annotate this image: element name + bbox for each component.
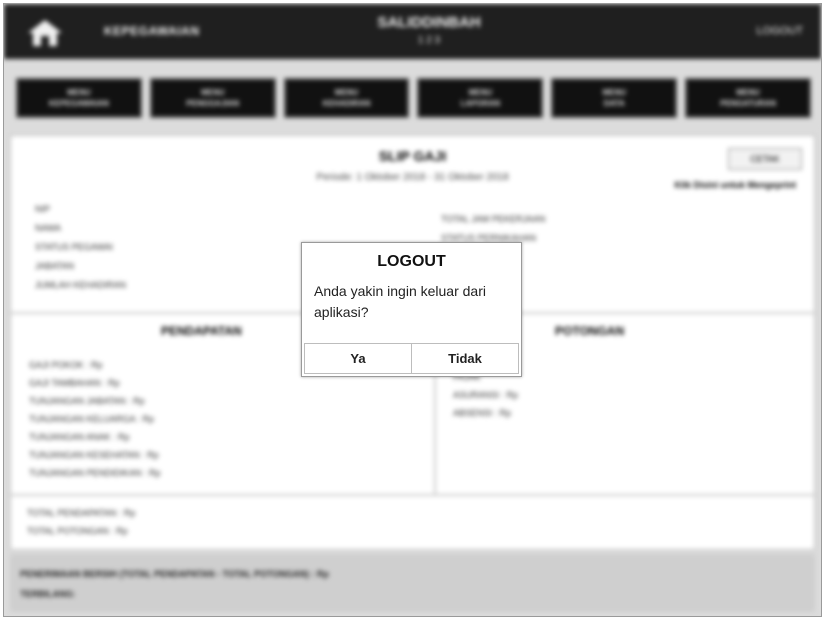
income-item: TUNJANGAN KELUARGA : Rp [29,414,155,424]
slip-title: SLIP GAJI [378,148,447,164]
amount-in-words: TERBILANG: [20,589,76,599]
yes-button[interactable]: Ya [305,344,411,373]
income-item: GAJI POKOK : Rp [29,360,103,370]
menu-button-5[interactable]: MENU DATA [551,78,678,118]
menu-button-line1: MENU [602,88,626,97]
info-row: NAMA [35,223,62,233]
menu-bar: MENU KEPEGAWAIAN MENU PENGGAJIAN MENU KE… [4,66,821,128]
logout-link[interactable]: LOGOUT [757,25,803,37]
menu-button-line2: KEHADIRAN [322,99,371,108]
no-button[interactable]: Tidak [411,344,518,373]
menu-button-line1: MENU [200,88,225,97]
income-item: TUNJANGAN ANAK : Rp [29,432,130,442]
dialog-title: LOGOUT [377,253,446,270]
header-center-subtitle: 1 2 3 [417,35,441,46]
logout-dialog: LOGOUT Anda yakin ingin keluar dari apli… [301,242,522,377]
info-row: TOTAL JAM PEKERJAAN [441,214,546,224]
totals: TOTAL PENDAPATAN : Rp TOTAL POTONGAN : R… [27,504,135,540]
menu-button-line2: PENGGAJIAN [186,99,240,108]
deduction-item: ASURANSI : Rp [453,390,519,400]
income-item: TUNJANGAN JABATAN : Rp [29,396,145,406]
app-title: KEPEGAWAIAN [104,24,200,38]
menu-button-line1: MENU [67,88,91,97]
info-row: STATUS PEGAWAI [35,242,114,252]
menu-button-2[interactable]: MENU PENGGAJIAN [149,78,276,118]
print-hint: Klik Disini untuk Mengeprint [674,180,796,190]
net-salary-footer: PENERIMAAN BERSIH (TOTAL PENDAPATAN - TO… [10,554,815,612]
menu-button-3[interactable]: MENU KEHADIRAN [283,78,410,118]
income-title: PENDAPATAN [161,324,242,338]
total-row: TOTAL PENDAPATAN : Rp [27,508,136,518]
income-list: GAJI POKOK : Rp GAJI TAMBAHAN : Rp TUNJA… [29,356,161,482]
menu-button-6[interactable]: MENU PENGATURAN [685,78,811,118]
info-row: NIP [35,204,51,214]
menu-button-line2: LAPORAN [460,99,501,108]
header-center-title: SALIDDINBAH [377,14,481,31]
info-row: JABATAN [35,261,75,271]
deduction-item: ABSENSI : Rp [453,408,512,418]
total-row: TOTAL POTONGAN : Rp [27,526,128,536]
deduction-title: POTONGAN [555,324,625,338]
dialog-message: Anda yakin ingin keluar dari aplikasi? [314,283,486,320]
employee-info: NIP NAMA STATUS PEGAWAI JABATAN JUMLAH K… [35,200,126,295]
menu-button-line1: MENU [334,88,359,97]
net-salary-line: PENERIMAAN BERSIH (TOTAL PENDAPATAN - TO… [20,569,329,579]
income-item: TUNJANGAN PENDIDIKAN : Rp [29,468,161,478]
menu-button-4[interactable]: MENU LAPORAN [417,78,544,118]
menu-button-line2: DATA [603,99,625,108]
info-row: JUMLAH KEHADIRAN [35,280,127,290]
top-bar: KEPEGAWAIAN SALIDDINBAH 1 2 3 LOGOUT [4,4,821,59]
income-item: GAJI TAMBAHAN : Rp [29,378,120,388]
home-logo-icon [26,18,64,53]
menu-button-line1: MENU [468,88,493,97]
dialog-actions: Ya Tidak [304,343,519,374]
divider [11,494,814,496]
print-button[interactable]: CETAK [728,148,802,170]
menu-button-line2: PENGATURAN [720,99,776,108]
menu-button-1[interactable]: MENU KEPEGAWAIAN [16,78,142,118]
menu-button-line2: KEPEGAWAIAN [48,99,109,108]
menu-button-line1: MENU [736,88,760,97]
income-item: TUNJANGAN KESEHATAN : Rp [29,450,159,460]
header-center: SALIDDINBAH 1 2 3 [339,14,519,46]
